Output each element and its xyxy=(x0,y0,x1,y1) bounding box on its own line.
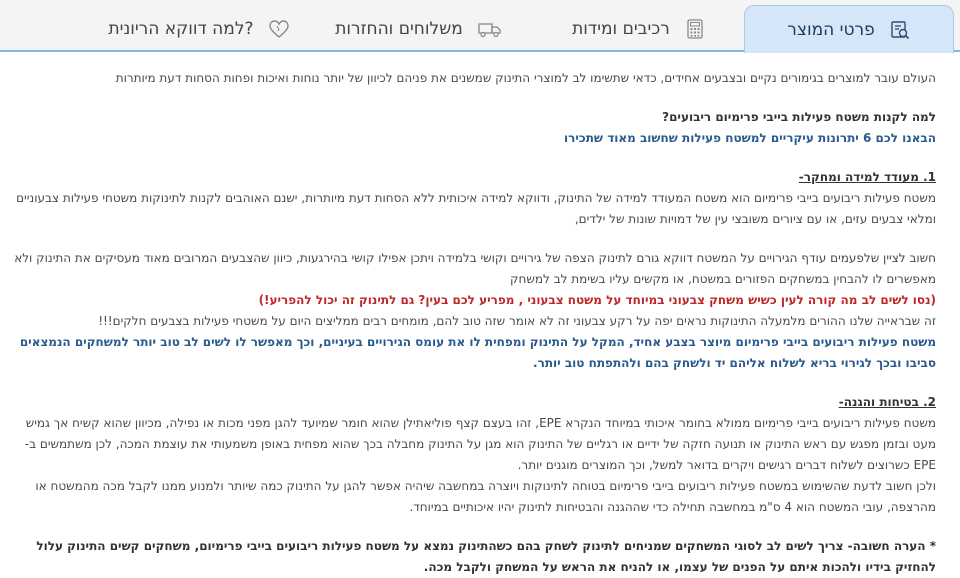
question-title: למה לקנות משטח פעילות בייבי פרימיום ריבו… xyxy=(662,110,936,124)
product-details-content: העולם עובר למוצרים בגימורים נקיים ובצבעי… xyxy=(0,54,960,574)
section-2-paragraph-2: ולכן חשוב לדעת שהשימוש במשטח פעילות ריבו… xyxy=(35,479,936,514)
tab-label: רכיבים ומידות xyxy=(572,19,670,39)
tab-components-sizes[interactable]: רכיבים ומידות xyxy=(534,5,744,53)
section-1-paragraph-3: זה שבראייה שלנו ההורים מלמעלה התינוקות נ… xyxy=(98,314,936,328)
product-tabs: פרטי המוצר רכיבים ומידות משלוחים והחזרות… xyxy=(0,0,960,53)
section-1-emphasis: משטח פעילות ריבועים בייבי פרימיום מיוצר … xyxy=(19,335,936,370)
tab-label: למה דווקא הריונית? xyxy=(108,19,254,39)
tab-shipping-returns[interactable]: משלוחים והחזרות xyxy=(304,5,534,53)
tab-label: פרטי המוצר xyxy=(787,19,875,40)
section-1-highlight: (נסו לשים לב מה קורה לעין כשיש משחק צבעו… xyxy=(258,293,936,307)
tab-label: משלוחים והחזרות xyxy=(335,19,463,39)
section-1-title: 1. מעודד למידה ומחקר- xyxy=(798,170,936,184)
section-1-paragraph-2: חשוב לציין שלפעמים עודף הגירויים על המשט… xyxy=(14,251,936,286)
section-2-title: 2. בטיחות והגנה- xyxy=(838,395,936,409)
product-search-icon xyxy=(889,19,911,41)
calculator-icon xyxy=(684,18,706,40)
question-subtitle: הבאנו לכם 6 יתרונות עיקריים למשטח פעילות… xyxy=(564,131,936,145)
important-note: * הערה חשובה- צריך לשים לב לסוגי המשחקים… xyxy=(36,539,936,574)
intro-paragraph: העולם עובר למוצרים בגימורים נקיים ובצבעי… xyxy=(115,71,936,85)
tab-why-hrionit[interactable]: למה דווקא הריונית? xyxy=(94,5,304,53)
section-2-paragraph-1: משטח פעילות ריבועים בייבי פרימיום ממולא … xyxy=(24,416,936,472)
truck-icon xyxy=(477,18,503,40)
heart-icon xyxy=(268,18,290,40)
section-1-paragraph-1: משטח פעילות ריבועים בייבי פרימיום הוא מש… xyxy=(16,191,936,226)
tab-product-details[interactable]: פרטי המוצר xyxy=(744,5,954,53)
